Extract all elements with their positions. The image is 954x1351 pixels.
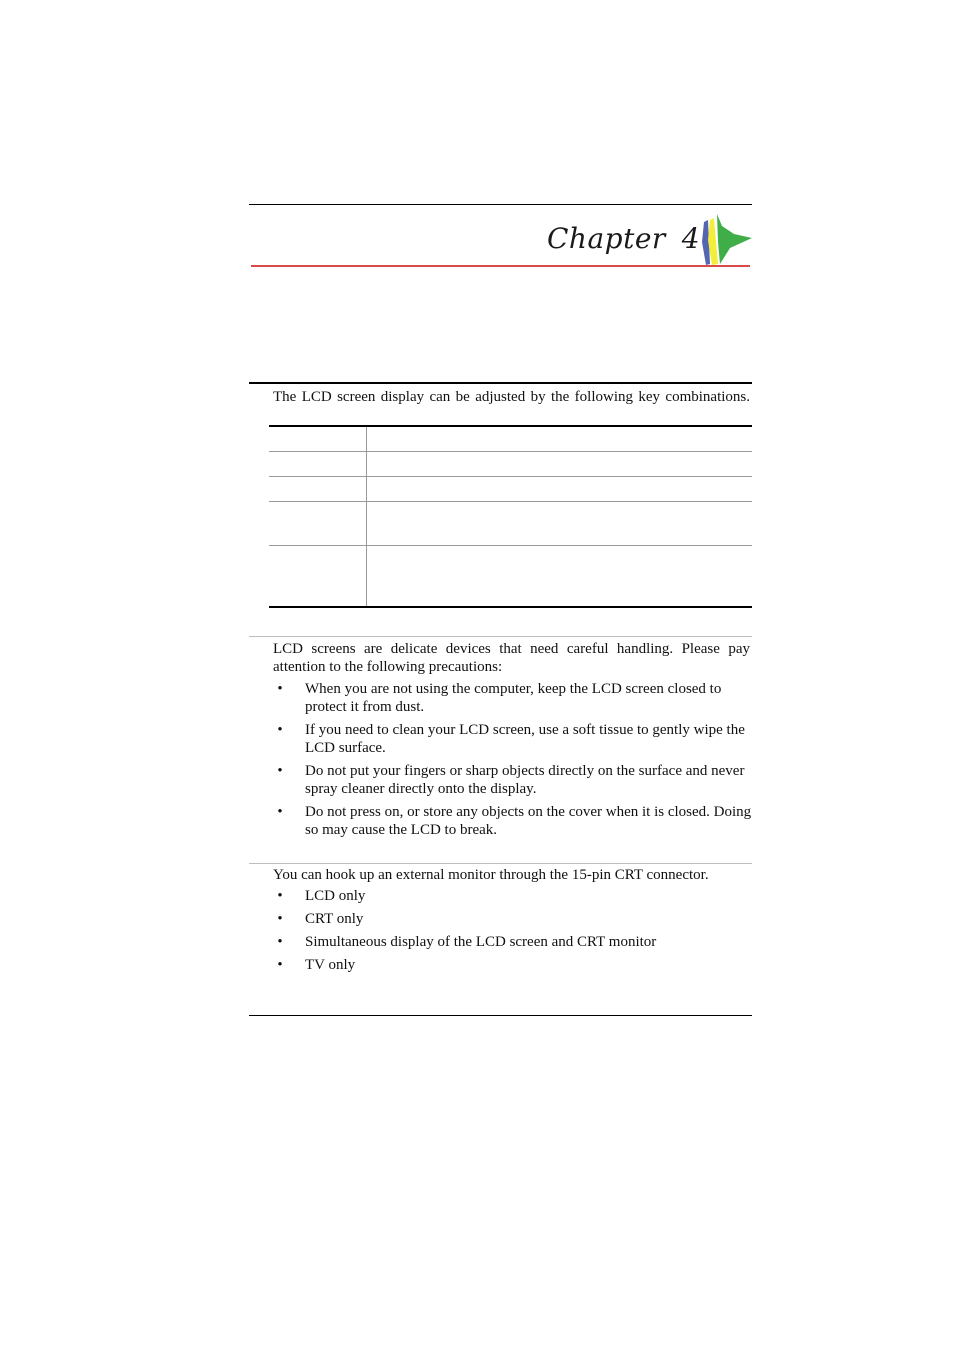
table-cell-key: [269, 425, 367, 452]
bullet-icon: •: [277, 804, 283, 820]
header-top-rule: [249, 204, 752, 205]
header-red-rule: [251, 265, 750, 267]
list-item-text: When you are not using the computer, kee…: [305, 681, 722, 715]
section-divider-display: [249, 382, 752, 384]
list-item: • When you are not using the computer, ke…: [273, 680, 753, 716]
table-cell-description: [366, 476, 752, 502]
table-cell-description: [366, 545, 752, 608]
care-precautions-list: • When you are not using the computer, ke…: [273, 680, 753, 839]
table-cell-description: [366, 425, 752, 452]
list-item-text: If you need to clean your LCD screen, us…: [305, 722, 745, 756]
table-row: [269, 501, 752, 546]
list-item-text: TV only: [305, 957, 356, 973]
display-intro-text: The LCD screen display can be adjusted b…: [273, 389, 750, 405]
table-cell-key: [269, 476, 367, 502]
table-cell-key: [269, 501, 367, 546]
list-item-text: CRT only: [305, 911, 364, 927]
bullet-icon: •: [277, 934, 283, 950]
table-cell-key: [269, 451, 367, 477]
chapter-word: Chapter: [547, 222, 666, 255]
list-item: • TV only: [273, 956, 753, 974]
logo-green-sail: [717, 214, 752, 264]
chapter-heading: Chapter 4: [547, 222, 700, 255]
list-item: • LCD only: [273, 887, 753, 905]
list-item: • If you need to clean your LCD screen, u…: [273, 721, 753, 757]
list-item: • Simultaneous display of the LCD screen …: [273, 933, 753, 951]
table-row: [269, 545, 752, 608]
list-item-text: Do not press on, or store any objects on…: [305, 804, 752, 838]
list-item: • Do not press on, or store any objects o…: [273, 803, 753, 839]
table-row: [269, 451, 752, 477]
external-intro-text: You can hook up an external monitor thro…: [273, 867, 709, 883]
list-item-text: LCD only: [305, 888, 366, 904]
display-modes-list: • LCD only • CRT only • Simultaneous displa…: [273, 887, 753, 974]
footer-rule: [249, 1015, 752, 1016]
key-combination-table: [269, 425, 752, 608]
bullet-icon: •: [277, 763, 283, 779]
bullet-icon: •: [277, 888, 283, 904]
care-intro-text: LCD screens are delicate devices that ne…: [273, 641, 750, 675]
table-row: [269, 476, 752, 502]
table-cell-description: [366, 501, 752, 546]
bullet-icon: •: [277, 681, 283, 697]
tri-color-sail-logo-icon: [702, 214, 752, 265]
list-item: • Do not put your fingers or sharp object…: [273, 762, 753, 798]
bullet-icon: •: [277, 722, 283, 738]
bullet-icon: •: [277, 911, 283, 927]
table-cell-key: [269, 545, 367, 608]
table-cell-description: [366, 451, 752, 477]
section-divider-external: [249, 863, 752, 864]
section-divider-care: [249, 636, 752, 637]
list-item: • CRT only: [273, 910, 753, 928]
table-row: [269, 425, 752, 452]
list-item-text: Do not put your fingers or sharp objects…: [305, 763, 745, 797]
list-item-text: Simultaneous display of the LCD screen a…: [305, 934, 657, 950]
bullet-icon: •: [277, 957, 283, 973]
